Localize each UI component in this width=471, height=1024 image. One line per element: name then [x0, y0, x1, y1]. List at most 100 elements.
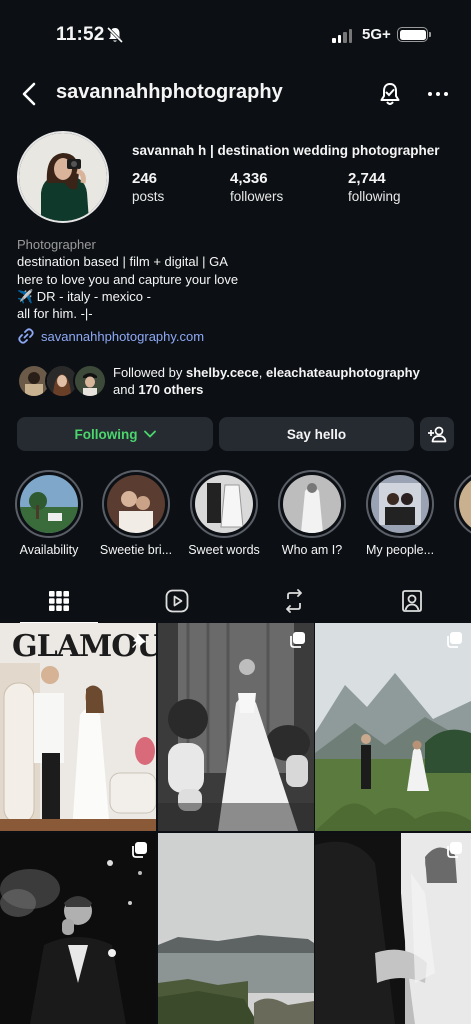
mutual-followers-text: Followed by shelby.cece, eleachateauphot… [113, 365, 420, 397]
highlight-my-people[interactable]: My people... [358, 470, 442, 557]
highlight-cover [107, 475, 165, 533]
highlight-availability[interactable]: Availability [7, 470, 91, 557]
highlight-ring [102, 470, 170, 538]
highlight-label: b [446, 543, 471, 557]
status-time: 11:52 [56, 24, 105, 45]
following-label: Following [74, 426, 138, 442]
say-hello-label: Say hello [286, 426, 347, 442]
cellular-signal-icon [332, 29, 352, 43]
status-bar: 11:52 5G+ [0, 0, 471, 70]
highlight-cover [20, 475, 78, 533]
profile-avatar[interactable] [17, 131, 109, 223]
posts-stat[interactable]: 246 posts [132, 170, 164, 204]
followers-label: followers [230, 189, 284, 204]
highlight-ring [278, 470, 346, 538]
following-label: following [348, 189, 401, 204]
following-count: 2,744 [348, 170, 386, 187]
carousel-icon [445, 631, 463, 654]
battery-icon [397, 27, 428, 42]
mutual-user-2[interactable]: eleachateauphotography [266, 365, 420, 380]
profile-tabs [0, 579, 471, 623]
chevron-down-icon [143, 430, 156, 438]
followed-by-prefix: Followed by [113, 365, 186, 380]
highlight-ring [366, 470, 434, 538]
chevron-left-icon [22, 82, 36, 106]
bio-line: here to love you and capture your love [17, 271, 239, 287]
highlight-ring [15, 470, 83, 538]
highlight-label: Availability [19, 543, 79, 557]
highlight-cover [459, 475, 471, 533]
tab-posts-grid[interactable] [0, 579, 118, 623]
following-stat[interactable]: 2,744 following [348, 170, 401, 204]
separator: , [258, 365, 266, 380]
say-hello-button[interactable]: Say hello [219, 417, 414, 451]
mutual-avatars [17, 364, 107, 400]
header-username: savannahhphotography [56, 81, 283, 103]
back-button[interactable] [18, 81, 42, 107]
dot [444, 92, 448, 96]
post-image [157, 623, 314, 831]
pin-icon [130, 631, 148, 654]
avatar-photo [19, 133, 107, 221]
post-thumbnail[interactable] [315, 623, 471, 831]
posts-grid: GLAMOUR [0, 623, 471, 1024]
post-image [315, 623, 471, 831]
profile-category: Photographer [17, 237, 96, 252]
highlight-who-am-i[interactable]: Who am I? [270, 470, 354, 557]
profile-header: savannahhphotography [0, 72, 471, 116]
highlight-label: Sweetie bri... [99, 543, 173, 557]
highlight-ring [454, 470, 471, 538]
website-url: savannahhphotography.com [41, 328, 205, 344]
profile-website-link[interactable]: savannahhphotography.com [17, 327, 204, 345]
profile-display-name: savannah h | destination wedding photogr… [132, 143, 440, 158]
profile-bio: Photographer destination based | film + … [17, 236, 238, 322]
post-thumbnail[interactable] [315, 833, 471, 1024]
post-thumbnail[interactable] [157, 623, 314, 831]
tagged-person-icon [402, 590, 423, 612]
followers-stat[interactable]: 4,336 followers [230, 170, 283, 204]
post-thumbnail[interactable] [157, 833, 314, 1024]
followers-count: 4,336 [230, 170, 268, 187]
following-button[interactable]: Following [17, 417, 213, 451]
link-icon [18, 328, 34, 344]
carousel-icon [288, 631, 306, 654]
highlight-cover [283, 475, 341, 533]
battery-tip [429, 32, 431, 37]
mutual-others-count[interactable]: 170 others [138, 382, 203, 397]
tab-tagged[interactable] [353, 579, 471, 623]
post-thumbnail[interactable]: GLAMOUR [0, 623, 156, 831]
posts-count: 246 [132, 170, 158, 187]
highlight-label: Sweet words [188, 543, 260, 557]
highlight-label: Who am I? [281, 543, 343, 557]
reels-icon [165, 589, 189, 613]
add-user-icon [428, 426, 447, 443]
tab-reposts[interactable] [236, 579, 354, 623]
highlight-sweetie-brides[interactable]: Sweetie bri... [94, 470, 178, 557]
more-options-button[interactable] [428, 86, 454, 102]
grid-icon [48, 591, 69, 611]
highlight-partial[interactable]: b [446, 470, 471, 557]
posts-label: posts [132, 189, 165, 204]
post-thumbnail[interactable] [0, 833, 156, 1024]
post-image [157, 833, 314, 1024]
suggested-users-button[interactable] [420, 417, 454, 451]
bio-line: all for him. -|- [17, 306, 93, 322]
dot [428, 92, 432, 96]
carousel-icon [445, 841, 463, 864]
carousel-icon [130, 841, 148, 864]
repost-icon [286, 589, 303, 613]
highlight-sweet-words[interactable]: Sweet words [182, 470, 266, 557]
bio-line: ✈️ DR - italy - mexico - [17, 288, 151, 304]
dot [436, 92, 440, 96]
highlight-cover [195, 475, 253, 533]
tab-reels[interactable] [118, 579, 236, 623]
network-type: 5G+ [362, 26, 391, 43]
mutual-user-1[interactable]: shelby.cece [186, 365, 259, 380]
bell-off-icon [106, 26, 124, 49]
mutual-avatar [73, 364, 107, 398]
notifications-button[interactable] [376, 80, 404, 108]
highlight-cover [371, 475, 429, 533]
mutual-followers[interactable]: Followed by shelby.cece, eleachateauphot… [17, 362, 457, 402]
story-highlights: Availability Sweetie bri... Sweet words … [0, 470, 471, 570]
bell-icon [380, 83, 400, 105]
